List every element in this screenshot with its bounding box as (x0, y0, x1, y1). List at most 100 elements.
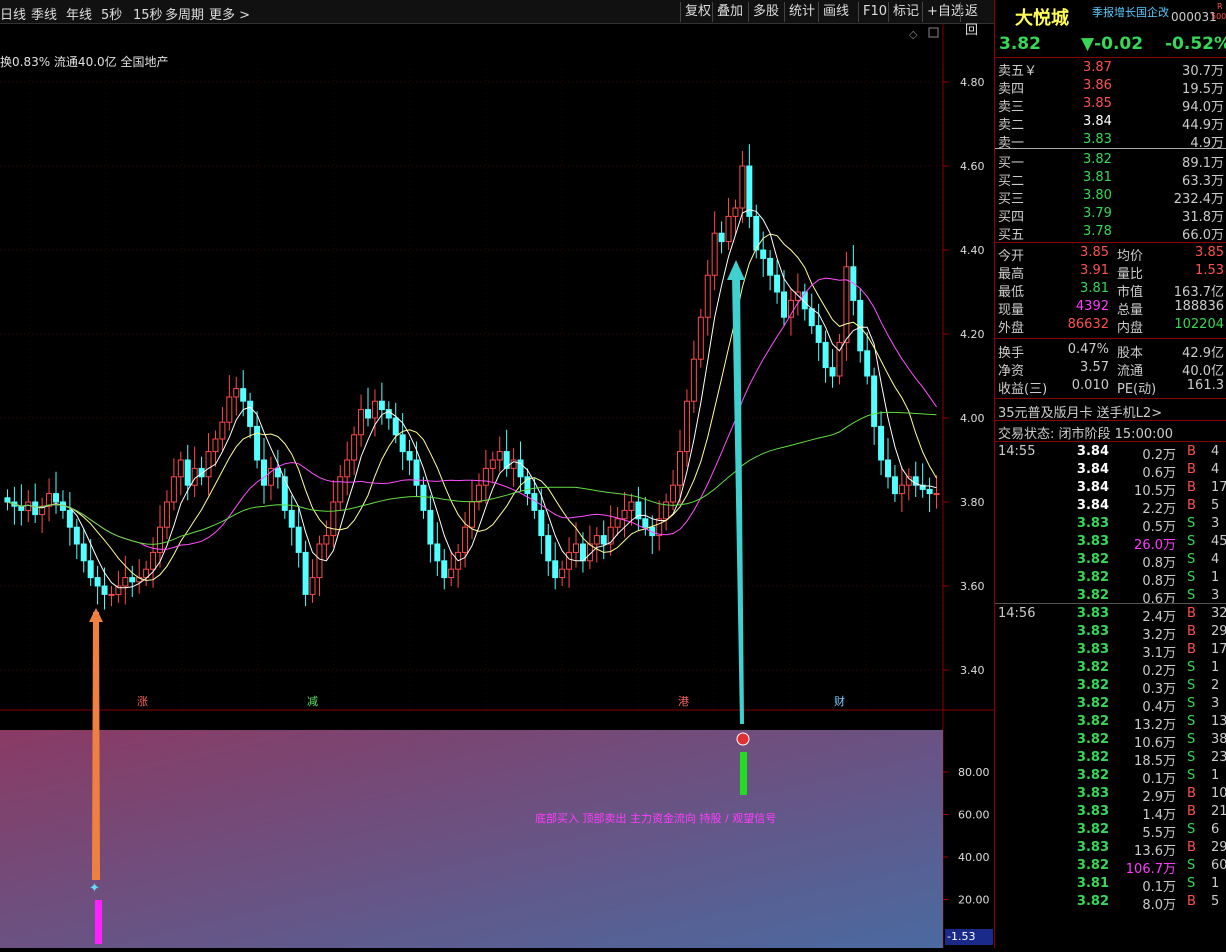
tick-time: 14:56 (998, 606, 1036, 621)
tick-side: B (1187, 480, 1196, 495)
badge-top: R (1217, 2, 1223, 11)
stat-value: 3.85 (1080, 245, 1109, 260)
stock-tag: 季报增长国企改 (1092, 6, 1169, 19)
stat-label: 量比 (1117, 267, 1144, 282)
tick-count: 17 (1211, 480, 1226, 495)
tick-volume: 0.2万 (1142, 448, 1176, 463)
diamond-icon[interactable]: ◇ (909, 28, 918, 41)
kline-svg[interactable]: 4.80 4.60 4.40 4.20 4.00 3.80 3.60 3.40 ◇ 涨 减 港 财 80.… (0, 24, 994, 948)
tick-side: S (1187, 750, 1196, 765)
candle-body (351, 434, 358, 461)
ask-label: 卖二 (998, 118, 1025, 133)
tick-price: 3.84 (1076, 462, 1109, 477)
event-marker[interactable]: 财 (834, 694, 845, 708)
tick-volume: 1.4万 (1142, 808, 1176, 823)
tool-button-8[interactable]: 返回 (960, 2, 994, 38)
candle-body (559, 568, 566, 579)
candle-body (94, 577, 101, 587)
tick-count: 4 (1211, 444, 1220, 459)
candle-body (129, 577, 136, 583)
ind-axis-label: 80.00 (958, 766, 990, 779)
price-axis-label: 3.40 (960, 664, 985, 677)
ask-label: 卖三 (998, 100, 1025, 115)
tool-button-2[interactable]: 多股 (748, 2, 783, 22)
tool-button-5[interactable]: F10 (858, 2, 891, 22)
separator (995, 420, 1226, 421)
tick-count: 4 (1211, 552, 1220, 567)
candle-body (552, 560, 559, 579)
tick-price: 3.82 (1076, 570, 1109, 585)
candle-body (448, 568, 455, 579)
ask-label: 卖四 (998, 82, 1025, 97)
tick-count: 29 (1211, 624, 1226, 639)
stat-label: 现量 (998, 303, 1025, 318)
period-tab-5[interactable]: 多周期 (165, 4, 204, 23)
price-change: ▼-0.02 (1081, 34, 1144, 54)
tick-volume: 0.8万 (1142, 574, 1176, 589)
period-tab-6[interactable]: 更多 > (209, 4, 250, 23)
bid-price: 3.81 (1083, 170, 1112, 185)
candle-body (413, 459, 420, 486)
promo-link[interactable]: 35元普及版月卡 送手机L2> (998, 402, 1162, 421)
tool-button-4[interactable]: 画线 (818, 2, 853, 22)
tool-button-1[interactable]: 叠加 (712, 2, 747, 22)
candle-body (212, 438, 219, 453)
tick-volume: 3.2万 (1142, 628, 1176, 643)
tick-count: 13 (1211, 714, 1226, 729)
candle-body (226, 396, 233, 423)
stat-value: 40.0亿 (1182, 364, 1224, 379)
candle-body (683, 400, 690, 453)
tick-side: S (1187, 768, 1196, 783)
candle-body (441, 560, 448, 579)
candle-body (122, 577, 129, 587)
event-marker[interactable]: 港 (678, 695, 689, 708)
bid-label: 买一 (998, 156, 1025, 171)
candle-body (732, 207, 739, 217)
tick-volume: 2.9万 (1142, 790, 1176, 805)
tick-side: B (1187, 786, 1196, 801)
tool-button-6[interactable]: 标记 (888, 2, 923, 22)
event-marker[interactable]: 涨 (137, 695, 148, 708)
stat-label: 最低 (998, 285, 1025, 300)
tick-side: B (1187, 624, 1196, 639)
tick-side: B (1187, 444, 1196, 459)
period-tab-1[interactable]: 季线 (31, 4, 57, 23)
candle-body (746, 165, 753, 217)
candle-body (822, 341, 829, 369)
tick-count: 60 (1211, 858, 1226, 873)
badge-bot: 500 (1211, 12, 1226, 21)
period-tab-3[interactable]: 5秒 (101, 4, 122, 23)
stat-label: 换手 (998, 346, 1025, 361)
candle-body (607, 526, 614, 545)
tick-price: 3.82 (1076, 660, 1109, 675)
period-tab-2[interactable]: 年线 (66, 4, 92, 23)
bid-price: 3.82 (1083, 152, 1112, 167)
kline-chart-area[interactable]: 4.80 4.60 4.40 4.20 4.00 3.80 3.60 3.40 ◇ 涨 减 港 财 80.… (0, 24, 994, 948)
tick-price: 3.82 (1076, 678, 1109, 693)
candle-body (25, 501, 32, 511)
bid-volume: 66.0万 (1182, 228, 1224, 243)
candle-body (677, 451, 683, 486)
ask-volume: 44.9万 (1182, 118, 1224, 133)
tick-price: 3.83 (1076, 804, 1109, 819)
event-marker[interactable]: 减 (307, 695, 318, 708)
tick-volume: 0.1万 (1142, 880, 1176, 895)
tool-button-0[interactable]: 复权 (680, 2, 715, 22)
tick-volume: 26.0万 (1134, 538, 1176, 553)
tick-count: 1 (1211, 768, 1220, 783)
period-tab-4[interactable]: 15秒 (133, 4, 163, 23)
tick-price: 3.84 (1076, 498, 1109, 513)
tick-price: 3.83 (1076, 606, 1109, 621)
candle-body (871, 375, 878, 427)
tick-price: 3.81 (1076, 876, 1109, 891)
stat-label: 市值 (1117, 285, 1144, 300)
tick-side: S (1187, 822, 1196, 837)
stat-label: 收益(三) (998, 382, 1048, 397)
period-tab-0[interactable]: 日线 (0, 4, 26, 23)
tick-price: 3.83 (1076, 840, 1109, 855)
candle-body (885, 459, 891, 478)
candle-body (739, 165, 746, 209)
tool-button-3[interactable]: 统计 (784, 2, 819, 22)
tick-price: 3.82 (1076, 750, 1109, 765)
sell-signal-bar (740, 752, 747, 795)
